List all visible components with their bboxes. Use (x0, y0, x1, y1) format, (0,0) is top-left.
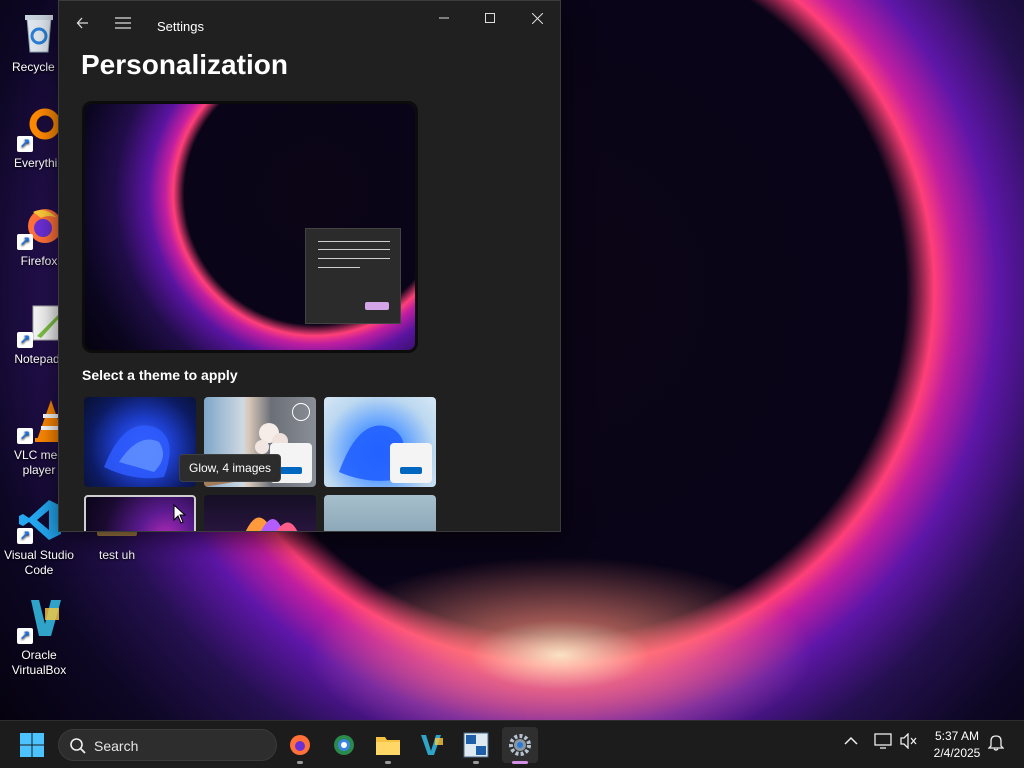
bell-icon (987, 735, 1005, 751)
show-hidden-icons-button[interactable] (844, 733, 858, 749)
recycle-bin-icon (15, 8, 63, 56)
preview-text-line (318, 241, 390, 242)
back-arrow-icon (76, 17, 88, 29)
petal-art-icon (245, 517, 298, 531)
theme-section-heading: Select a theme to apply (82, 367, 238, 383)
shortcut-arrow-icon: ↗ (17, 528, 33, 544)
chevron-up-icon (844, 736, 858, 745)
mouse-cursor-icon (173, 504, 187, 524)
shortcut-arrow-icon: ↗ (17, 136, 33, 152)
maximize-button[interactable] (467, 1, 513, 35)
close-icon (531, 12, 543, 24)
search-placeholder: Search (94, 738, 139, 754)
taskbar-network-app[interactable] (326, 727, 362, 763)
taskbar-settings[interactable] (502, 727, 538, 764)
globe-icon (334, 735, 354, 755)
desktop-icon-virtualbox[interactable]: ↗ Oracle VirtualBox (0, 596, 78, 678)
desktop-icon-label: Oracle (21, 648, 57, 662)
taskbar-x64dbg[interactable] (458, 727, 494, 764)
close-button[interactable] (514, 1, 560, 35)
shortcut-arrow-icon: ↗ (17, 234, 33, 250)
shortcut-arrow-icon: ↗ (17, 628, 33, 644)
volume-tray-button[interactable] (900, 732, 918, 752)
notepad-plus-plus-icon: ↗ (15, 300, 63, 348)
theme-tooltip: Glow, 4 images (179, 454, 282, 482)
windows-logo-icon (20, 733, 44, 757)
start-button[interactable] (18, 731, 46, 759)
vscode-icon: ↗ (15, 496, 63, 544)
theme-tile-windows-light[interactable] (324, 397, 436, 487)
firefox-icon: ↗ (15, 202, 63, 250)
running-indicator (297, 761, 303, 764)
volume-muted-icon (900, 732, 917, 750)
title-bar[interactable]: Settings (59, 1, 560, 49)
folder-icon (376, 737, 400, 755)
minimize-button[interactable] (421, 1, 467, 35)
minimize-icon (439, 17, 449, 19)
debugger-icon (463, 732, 489, 758)
preview-dialog-sample (305, 228, 401, 324)
desktop-icon-label: test uh (98, 548, 136, 562)
preview-text-line (318, 249, 390, 250)
shortcut-arrow-icon: ↗ (17, 332, 33, 348)
preview-accent-button (365, 302, 389, 310)
clock-time[interactable]: 5:37 AM (932, 729, 982, 743)
taskbar-search-box[interactable]: Search (58, 729, 277, 761)
tile-sample-button (390, 443, 432, 483)
desktop-icon-test-uh[interactable]: test uh (78, 530, 156, 563)
back-button[interactable] (69, 9, 97, 37)
virtualbox-icon: ↗ (15, 596, 63, 644)
desktop-icon-label-line2: VirtualBox (11, 663, 67, 677)
firefox-icon (290, 735, 310, 755)
taskbar-virtualbox[interactable] (414, 727, 450, 763)
shortcut-arrow-icon: ↗ (17, 428, 33, 444)
maximize-icon (485, 13, 495, 23)
vlc-cone-icon: ↗ (15, 396, 67, 444)
search-icon (70, 738, 86, 754)
network-tray-button[interactable] (874, 733, 892, 752)
theme-tile-captured-motion[interactable] (204, 495, 316, 531)
virtualbox-icon (421, 735, 443, 755)
navigation-menu-button[interactable] (109, 9, 137, 37)
clock-date[interactable]: 2/4/2025 (930, 746, 984, 760)
active-indicator (512, 761, 528, 764)
notifications-button[interactable] (987, 733, 1005, 754)
taskbar: Search 5:37 AM 2/4/2025 (0, 720, 1024, 768)
running-indicator (385, 761, 391, 764)
everything-search-icon: ↗ (15, 104, 63, 152)
preview-text-line (318, 267, 360, 268)
theme-tile-flow[interactable] (324, 495, 436, 531)
window-title: Settings (157, 19, 204, 34)
taskbar-file-explorer[interactable] (370, 727, 406, 764)
desktop-icon-label-line2: Code (24, 563, 54, 577)
page-title: Personalization (81, 49, 288, 80)
settings-window: Settings Personalization Select a theme … (58, 0, 561, 532)
taskbar-firefox[interactable] (282, 727, 318, 764)
gear-icon (509, 734, 531, 756)
desktop-icon-label: Visual Studio (4, 548, 74, 562)
theme-preview (82, 101, 418, 353)
hamburger-icon (115, 17, 131, 29)
network-monitor-icon (874, 733, 892, 749)
preview-text-line (318, 258, 390, 259)
running-indicator (473, 761, 479, 764)
spotlight-icon (292, 403, 310, 421)
